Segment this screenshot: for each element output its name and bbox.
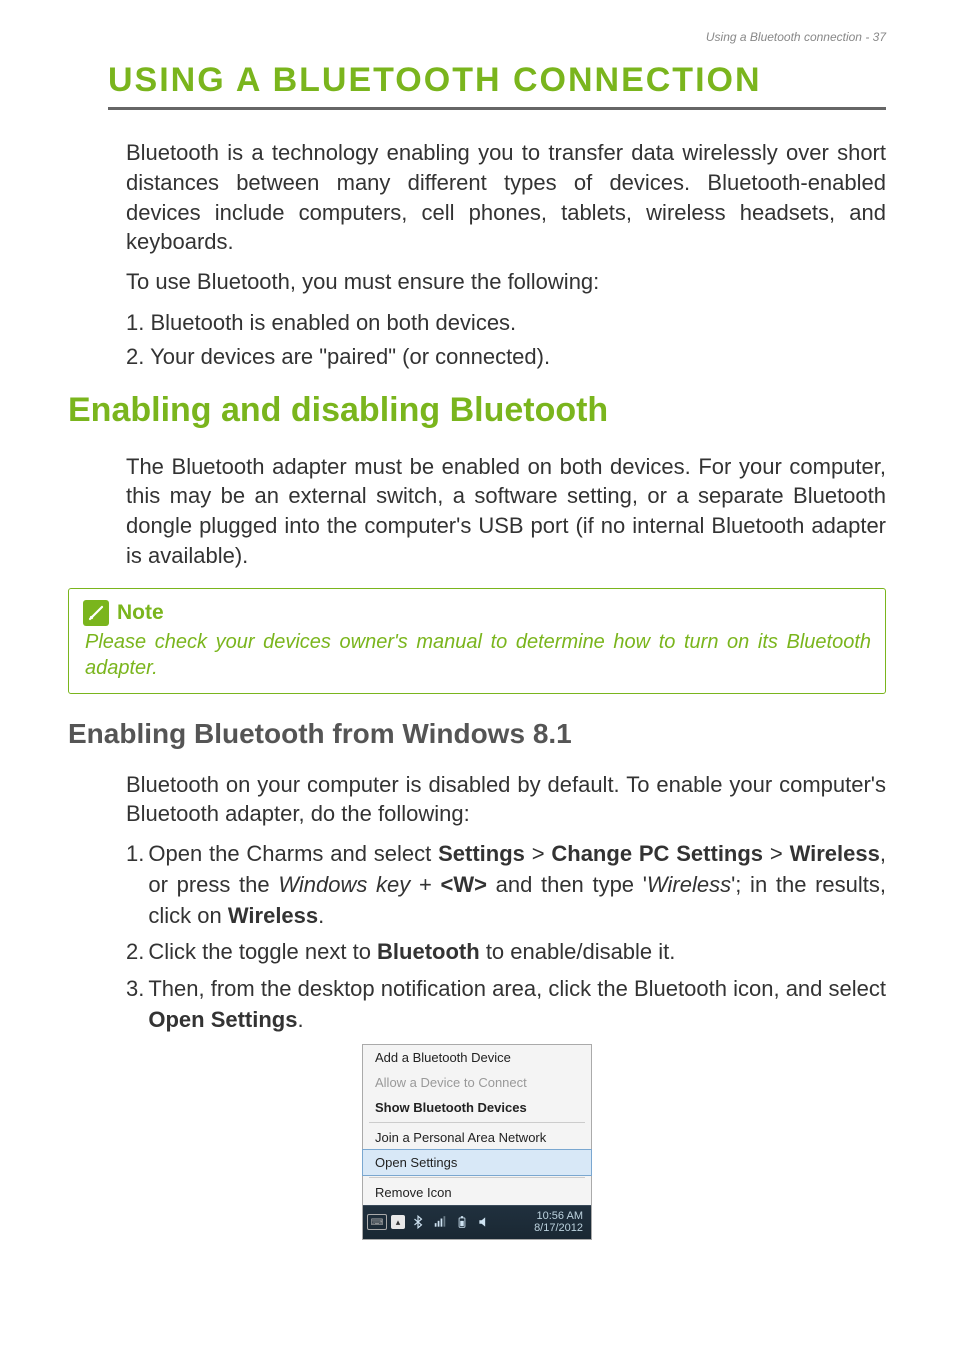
clock-date: 8/17/2012	[534, 1222, 583, 1234]
step-number: 1.	[126, 839, 144, 931]
ui-label-wireless: Wireless	[790, 841, 880, 866]
ui-label-settings: Settings	[438, 841, 525, 866]
requirements-list: 1. Bluetooth is enabled on both devices.…	[126, 307, 886, 373]
ui-label-open-settings: Open Settings	[148, 1007, 297, 1032]
step-3: 3. Then, from the desktop notification a…	[126, 974, 886, 1036]
page-title: USING A BLUETOOTH CONNECTION	[108, 62, 886, 110]
taskbar: ⌨ ▴	[363, 1205, 591, 1239]
list-item: 2. Your devices are "paired" (or connect…	[126, 341, 886, 373]
enable-paragraph: The Bluetooth adapter must be enabled on…	[126, 452, 886, 571]
menu-item-allow-connect: Allow a Device to Connect	[363, 1070, 591, 1095]
step-text: .	[297, 1007, 303, 1032]
step-number: 2.	[126, 937, 144, 968]
step-number: 3.	[126, 974, 144, 1036]
step-text: >	[763, 841, 790, 866]
note-callout: Note Please check your devices owner's m…	[68, 588, 886, 693]
step-text: >	[525, 841, 552, 866]
network-icon[interactable]	[431, 1213, 449, 1231]
note-body: Please check your devices owner's manual…	[85, 629, 871, 681]
result-wireless: Wireless	[228, 903, 318, 928]
ui-label-change-pc-settings: Change PC Settings	[551, 841, 763, 866]
win81-intro: Bluetooth on your computer is disabled b…	[126, 770, 886, 829]
note-title: Note	[117, 599, 164, 626]
search-term-wireless: Wireless	[647, 872, 731, 897]
step-text: Then, from the desktop notification area…	[148, 976, 886, 1001]
intro-paragraph: Bluetooth is a technology enabling you t…	[126, 138, 886, 257]
menu-separator	[369, 1122, 585, 1123]
step-text: .	[318, 903, 324, 928]
step-text: Open the Charms and select	[148, 841, 438, 866]
step-text: to enable/disable it.	[480, 939, 676, 964]
key-windows: Windows key	[278, 872, 410, 897]
bluetooth-context-menu: Add a Bluetooth Device Allow a Device to…	[362, 1044, 592, 1240]
menu-separator	[369, 1177, 585, 1178]
menu-item-join-pan[interactable]: Join a Personal Area Network	[363, 1125, 591, 1150]
intro-lead: To use Bluetooth, you must ensure the fo…	[126, 267, 886, 297]
step-text: +	[410, 872, 440, 897]
step-1: 1. Open the Charms and select Settings >…	[126, 839, 886, 931]
page-header-info: Using a Bluetooth connection - 37	[68, 30, 886, 44]
section-heading-win81: Enabling Bluetooth from Windows 8.1	[68, 718, 886, 750]
menu-item-add-device[interactable]: Add a Bluetooth Device	[363, 1045, 591, 1070]
clock-time: 10:56 AM	[534, 1210, 583, 1222]
volume-icon[interactable]	[475, 1213, 493, 1231]
menu-item-remove-icon[interactable]: Remove Icon	[363, 1180, 591, 1205]
menu-item-show-devices[interactable]: Show Bluetooth Devices	[363, 1095, 591, 1120]
show-hidden-icons[interactable]: ▴	[391, 1215, 405, 1229]
menu-item-open-settings[interactable]: Open Settings	[362, 1149, 592, 1176]
battery-icon[interactable]	[453, 1213, 471, 1231]
tray-screenshot: Add a Bluetooth Device Allow a Device to…	[362, 1044, 592, 1240]
steps-list: 1. Open the Charms and select Settings >…	[126, 839, 886, 1036]
bluetooth-tray-icon[interactable]	[409, 1213, 427, 1231]
step-2: 2. Click the toggle next to Bluetooth to…	[126, 937, 886, 968]
section-heading-enable-disable: Enabling and disabling Bluetooth	[68, 391, 886, 430]
ui-label-bluetooth: Bluetooth	[377, 939, 480, 964]
step-text: Click the toggle next to	[148, 939, 377, 964]
key-w: <W>	[440, 872, 486, 897]
taskbar-clock[interactable]: 10:56 AM 8/17/2012	[534, 1210, 587, 1234]
keyboard-icon[interactable]: ⌨	[367, 1214, 387, 1230]
list-item: 1. Bluetooth is enabled on both devices.	[126, 307, 886, 339]
step-text: and then type '	[487, 872, 647, 897]
note-icon	[83, 600, 109, 626]
